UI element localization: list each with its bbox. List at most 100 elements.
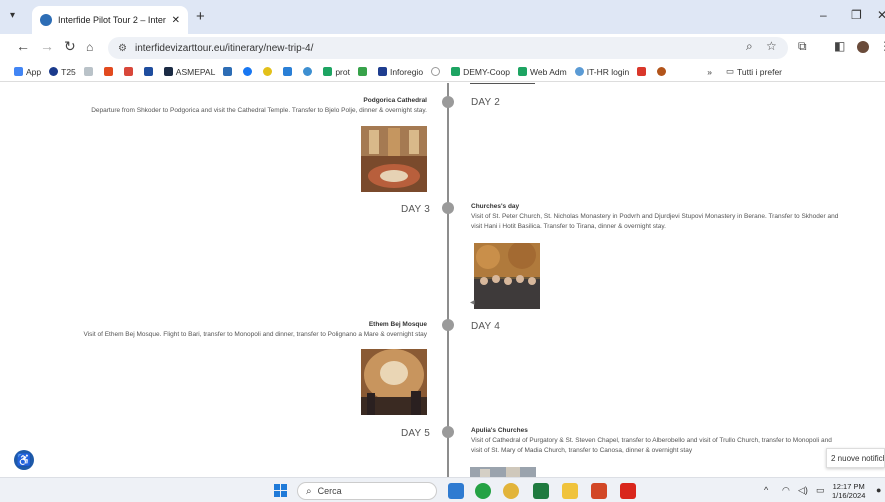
show-hidden-icons-icon[interactable]: ^ xyxy=(764,485,768,495)
bookmark-icon-10[interactable] xyxy=(431,67,443,76)
bookmark-icon-3[interactable] xyxy=(123,67,136,76)
new-tab-button[interactable]: + xyxy=(196,8,205,25)
address-bar[interactable]: ⚙ interfidevizarttour.eu/itinerary/new-t… xyxy=(108,37,788,59)
start-icon[interactable] xyxy=(274,484,288,498)
generic-favicon-icon xyxy=(357,67,367,76)
bookmark-icon-1[interactable] xyxy=(83,67,96,76)
day5-label: DAY 5 xyxy=(401,428,430,439)
clock-time: 12:17 PM xyxy=(832,482,865,491)
generic-favicon-icon xyxy=(657,67,667,76)
podgorica-cathedral-photo xyxy=(361,126,427,192)
search-placeholder: Cerca xyxy=(317,486,342,496)
bookmark-icon-5[interactable] xyxy=(223,67,235,76)
folder-icon: ▭ xyxy=(725,66,734,76)
bookmarks-folder[interactable]: ▭ Tutti i prefer xyxy=(726,66,782,77)
notification-toast[interactable]: 2 nuove notifiche xyxy=(826,448,885,468)
bookmark-icon-4[interactable] xyxy=(143,67,156,76)
day3-label: DAY 3 xyxy=(401,204,430,215)
acrobat-icon[interactable] xyxy=(620,483,636,499)
asmepal-icon xyxy=(163,67,173,76)
bookmark-star-icon[interactable]: ☆ xyxy=(766,39,777,53)
generic-favicon-icon xyxy=(283,67,293,76)
generic-favicon-icon xyxy=(123,67,133,76)
day2-heading: Podgorica Cathedral xyxy=(363,97,427,104)
back-icon[interactable]: ← xyxy=(16,38,30,54)
windows-taskbar: ⌕ Cerca ^ ◠ ◁) ▭ 12:17 PM 1/16/2024 ● xyxy=(0,477,885,502)
bookmark-icon-8[interactable] xyxy=(303,67,315,76)
day3-description-line1: Visit of St. Peter Church, St. Nicholas … xyxy=(471,213,839,220)
drive-icon xyxy=(323,67,333,76)
t25-icon xyxy=(49,67,59,76)
sidepanel-icon[interactable]: ◧ xyxy=(834,39,845,53)
itinerary-page: DAY 2 Podgorica Cathedral Departure from… xyxy=(0,83,885,477)
timeline-dot-day4 xyxy=(442,319,454,331)
bookmark-icon-9[interactable] xyxy=(357,67,370,76)
divider xyxy=(470,83,535,84)
bookmark-t25[interactable]: T25 xyxy=(49,67,76,77)
bookmark-facebook[interactable] xyxy=(243,67,255,76)
generic-favicon-icon xyxy=(223,67,233,76)
url-text: interfidevizarttour.eu/itinerary/new-tri… xyxy=(134,42,314,54)
day4-heading: Ethem Bej Mosque xyxy=(368,321,427,328)
bookmark-inforegio[interactable]: Inforegio xyxy=(377,67,423,77)
bookmark-icon-2[interactable] xyxy=(103,67,116,76)
accessibility-icon[interactable]: ♿ xyxy=(14,450,34,470)
battery-icon[interactable]: ▭ xyxy=(816,485,825,496)
generic-favicon-icon xyxy=(431,67,441,76)
tab-close-icon[interactable]: ✕ xyxy=(172,15,180,26)
timeline-line xyxy=(447,83,449,477)
system-clock[interactable]: 12:17 PM 1/16/2024 xyxy=(832,482,865,500)
timeline-dot-day3 xyxy=(442,202,454,214)
file-explorer-icon[interactable] xyxy=(562,483,578,499)
bookmark-icon-11[interactable] xyxy=(637,67,649,76)
powerpoint-icon[interactable] xyxy=(591,483,607,499)
notification-bell-icon[interactable]: ● xyxy=(876,485,881,495)
extensions-icon[interactable]: ⧉ xyxy=(798,39,807,54)
site-info-icon[interactable]: ⚙ xyxy=(118,43,127,54)
reload-icon[interactable]: ↻ xyxy=(64,38,76,55)
ethem-bej-mosque-photo xyxy=(361,349,427,415)
clock-date: 1/16/2024 xyxy=(832,491,866,500)
taskbar-app-store-icon[interactable] xyxy=(448,483,464,499)
bookmark-icon-12[interactable] xyxy=(657,67,669,76)
day2-description: Departure from Shkoder to Podgorica and … xyxy=(91,107,427,114)
bookmarks-overflow-button[interactable]: » xyxy=(707,67,712,77)
forward-icon[interactable]: → xyxy=(40,38,54,54)
drive-icon xyxy=(451,67,461,76)
bookmark-apps[interactable]: App xyxy=(14,67,41,77)
minimize-icon[interactable]: – xyxy=(820,8,827,22)
excel-icon[interactable] xyxy=(533,483,549,499)
day3-description-line2: visit Hani i Hotit Basilica. Transfer to… xyxy=(471,223,666,230)
day4-label: DAY 4 xyxy=(471,321,500,332)
chrome-icon[interactable] xyxy=(503,483,519,499)
bookmark-asmepal[interactable]: ASMEPAL xyxy=(163,67,215,77)
bookmark-icon-7[interactable] xyxy=(283,67,295,76)
home-icon[interactable]: ⌂ xyxy=(86,40,93,54)
tab-search-icon[interactable]: ▾ xyxy=(10,10,15,21)
carousel-prev-icon[interactable]: ◀ xyxy=(470,299,475,306)
profile-avatar[interactable] xyxy=(857,41,869,53)
bookmark-it-hr-login[interactable]: IT-HR login xyxy=(574,67,629,77)
volume-icon[interactable]: ◁) xyxy=(798,485,808,496)
apps-grid-icon xyxy=(14,67,23,76)
generic-favicon-icon xyxy=(263,67,273,76)
bookmark-prot[interactable]: prot xyxy=(323,67,350,77)
active-tab[interactable]: Interfide Pilot Tour 2 – Interfide ✕ xyxy=(32,6,188,34)
generic-favicon-icon xyxy=(103,67,113,76)
whatsapp-icon[interactable] xyxy=(475,483,491,499)
bookmark-demy-coop[interactable]: DEMY-Coop xyxy=(451,67,510,77)
generic-favicon-icon xyxy=(143,67,153,76)
taskbar-search[interactable]: ⌕ Cerca xyxy=(297,482,437,500)
bookmark-web-adm[interactable]: Web Adm xyxy=(518,67,567,77)
churches-day-group-photo xyxy=(474,243,540,309)
day4-description: Visit of Ethem Bej Mosque. Flight to Bar… xyxy=(83,331,427,338)
day5-description-line2: visit of St. Mary of Madia Church, trans… xyxy=(471,447,693,454)
drive-icon xyxy=(518,67,527,76)
zoom-icon[interactable]: ⌕ xyxy=(746,39,753,54)
restore-icon[interactable]: ❐ xyxy=(851,8,862,22)
timeline-dot-day5 xyxy=(442,426,454,438)
close-window-icon[interactable]: ✕ xyxy=(877,8,885,22)
bookmark-icon-6[interactable] xyxy=(263,67,275,76)
wifi-icon[interactable]: ◠ xyxy=(782,485,790,496)
menu-icon[interactable]: ⋮ xyxy=(879,39,885,53)
